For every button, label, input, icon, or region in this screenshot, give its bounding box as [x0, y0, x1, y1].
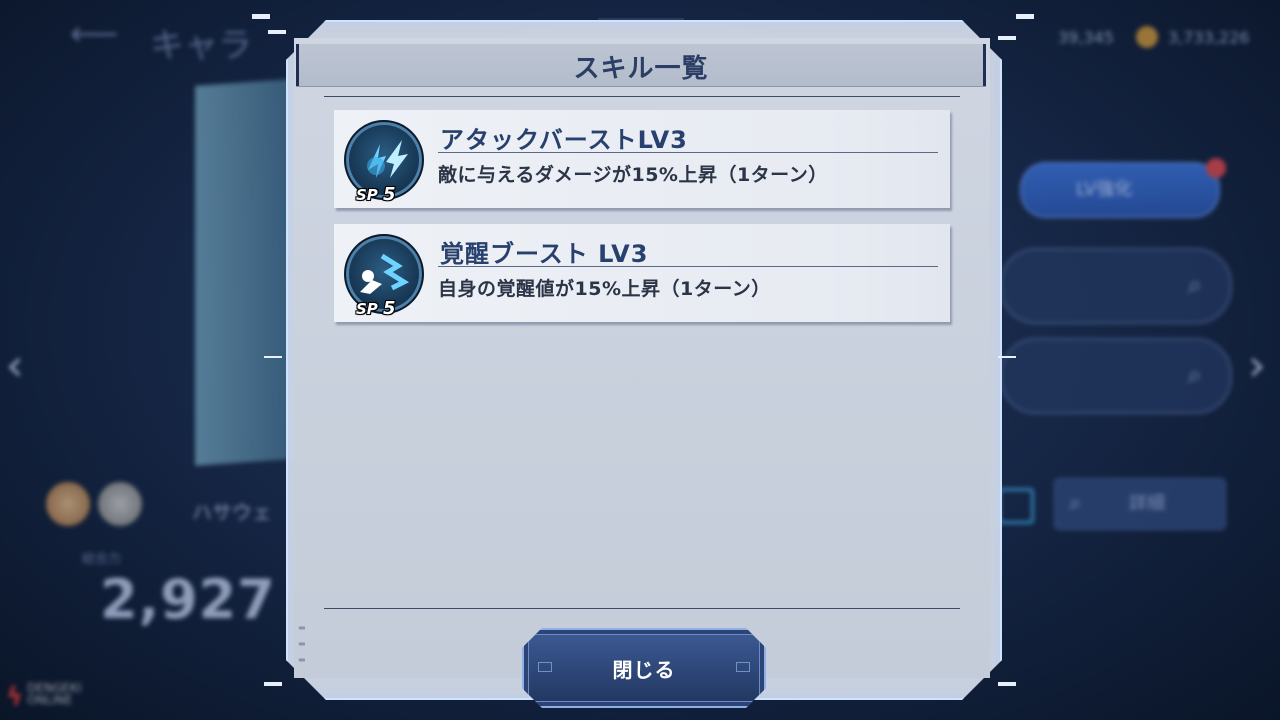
detail-button: ⌕ 詳細	[1054, 478, 1226, 530]
frame-tick	[264, 356, 282, 358]
prev-arrow-icon: ‹	[6, 340, 24, 391]
frame-tick	[252, 14, 270, 19]
skill-card: SP 5 アタックバーストLV3 敵に与えるダメージが15%上昇（1ターン）	[334, 110, 950, 208]
skill-card: SP 5 覚醒ブースト LV3 自身の覚醒値が15%上昇（1ターン）	[334, 224, 950, 322]
frame-icon	[998, 488, 1034, 524]
skill-divider	[438, 152, 938, 153]
notification-dot	[1206, 158, 1226, 178]
pilot-name: ハサウェ	[192, 500, 272, 524]
search-icon: ⌕	[1187, 360, 1202, 390]
close-button[interactable]: 閉じる	[522, 628, 766, 708]
power-label: 総合力	[82, 552, 122, 567]
sp-cost-badge: SP 5	[356, 184, 396, 205]
power-value: 2,927	[100, 568, 276, 631]
watermark-logo: ϟ DENGEKI ONLINE	[6, 681, 82, 712]
title-bar-edge	[983, 44, 986, 86]
frame-tick	[268, 30, 286, 34]
divider-bottom	[324, 608, 960, 609]
pilot-icons	[46, 482, 150, 526]
skill-description: 自身の覚醒値が15%上昇（1ターン）	[438, 278, 771, 300]
frame-tick	[998, 36, 1016, 40]
skill-name: 覚醒ブースト LV3	[440, 240, 649, 268]
close-button-label: 閉じる	[612, 658, 676, 682]
back-icon: ⟵	[70, 14, 119, 54]
skill-description: 敵に与えるダメージが15%上昇（1ターン）	[438, 164, 828, 186]
detail-button-label: 詳細	[1129, 493, 1165, 514]
equipment-slot-1: ⌕	[1000, 248, 1232, 324]
frame-decoration: ▬ ▬ ▬	[298, 623, 306, 664]
skill-name: アタックバーストLV3	[440, 126, 688, 154]
divider-top	[324, 96, 960, 97]
next-arrow-icon: ›	[1248, 340, 1266, 391]
lv-upgrade-button: LV強化	[1020, 162, 1220, 218]
frame-tick	[598, 18, 684, 20]
search-icon: ⌕	[1069, 491, 1082, 516]
pilot-avatar	[46, 482, 90, 526]
screen-title: キャラ	[150, 26, 252, 66]
equipment-slot-2: ⌕	[1000, 338, 1232, 414]
resource-count-1: 39,345	[1058, 28, 1114, 47]
dialog-title-bar: スキル一覧	[296, 44, 986, 87]
sp-cost-badge: SP 5	[356, 298, 396, 319]
frame-tick	[264, 682, 282, 686]
coin-icon	[1136, 26, 1158, 48]
frame-tick	[998, 682, 1016, 686]
skill-divider	[438, 266, 938, 267]
button-decoration	[736, 662, 750, 672]
resource-count-2: 3,733,226	[1168, 28, 1250, 47]
dialog-title: スキル一覧	[573, 54, 709, 84]
emblem-icon	[98, 482, 142, 526]
search-icon: ⌕	[1187, 270, 1202, 300]
frame-tick	[1016, 14, 1034, 19]
frame-tick	[998, 356, 1016, 358]
